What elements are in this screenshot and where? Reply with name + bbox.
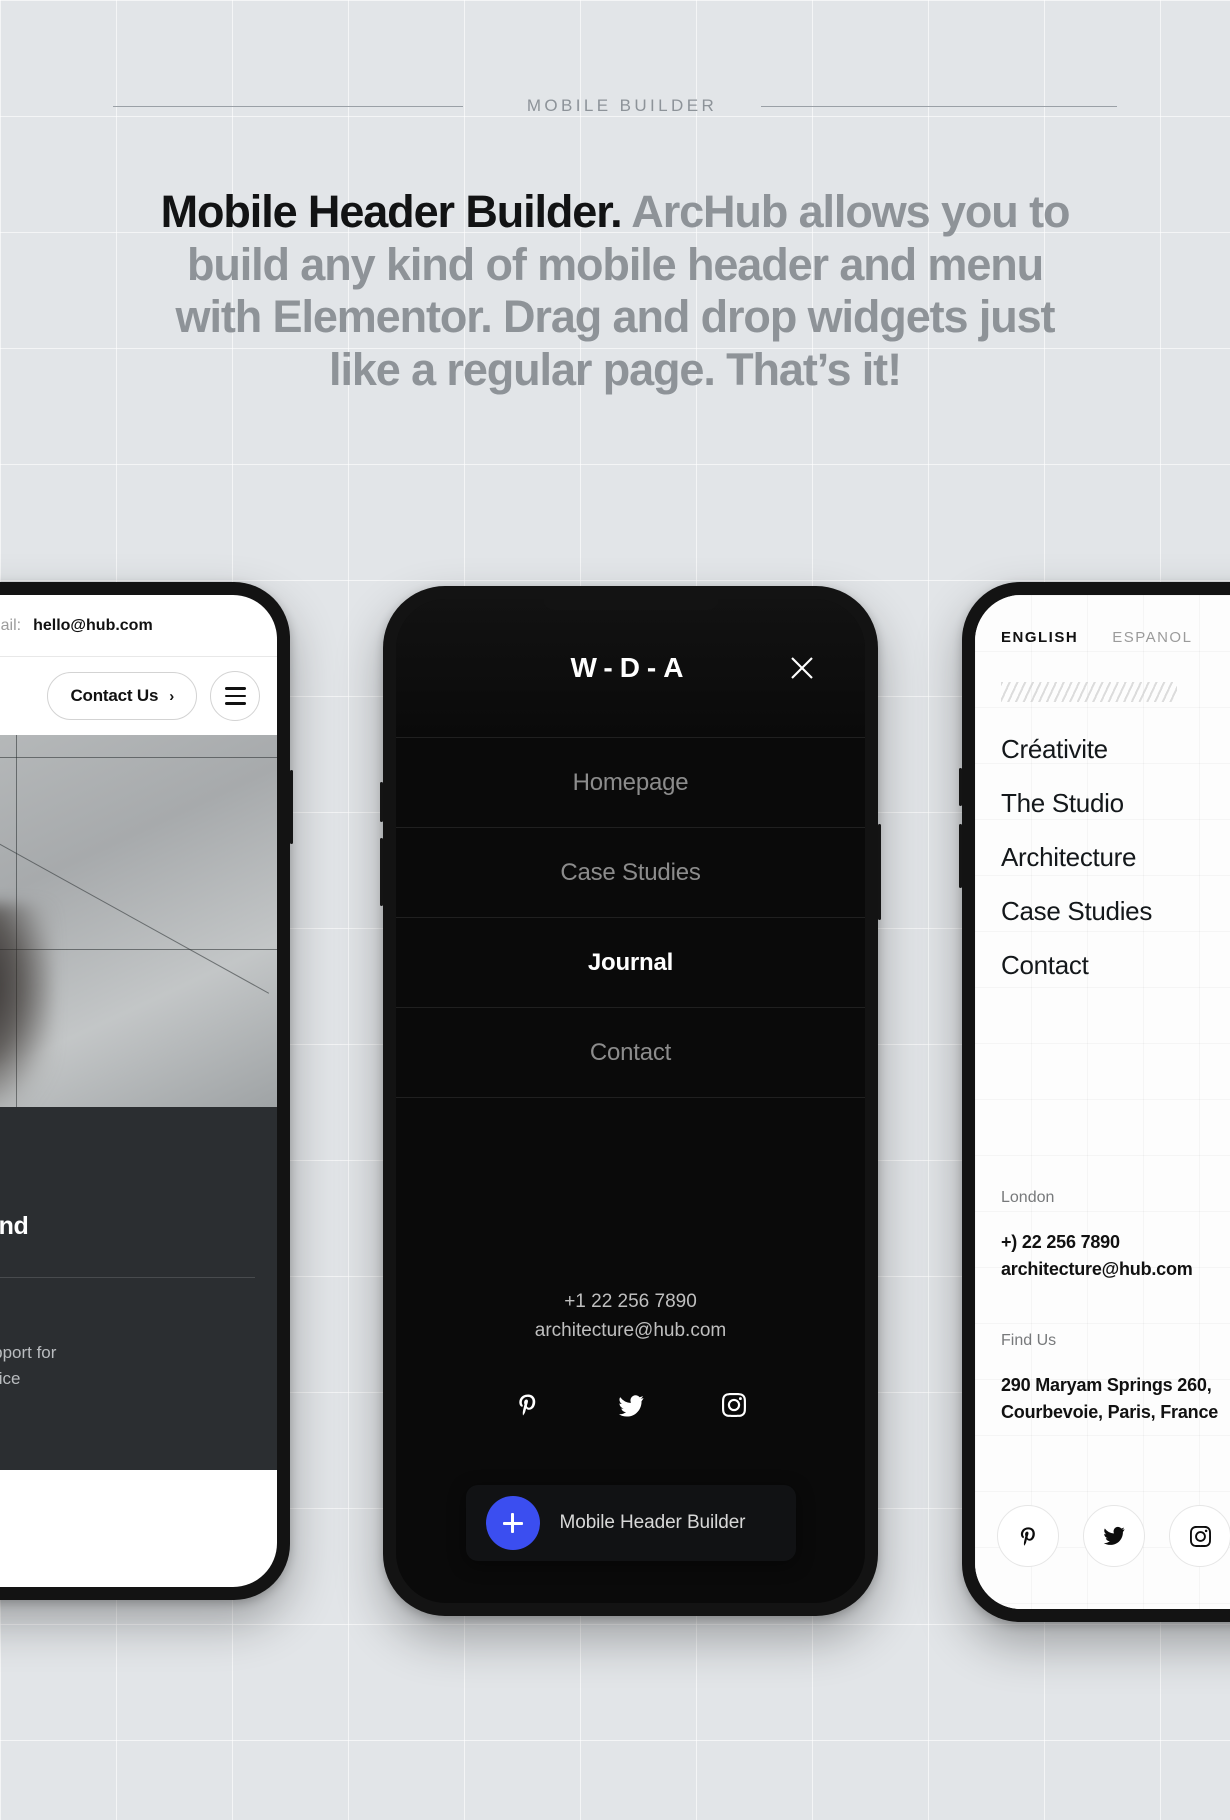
center-header: W-D-A [396, 599, 865, 737]
center-contact-info: +1 22 256 7890 architecture@hub.com [396, 1288, 865, 1345]
hamburger-bar [224, 702, 246, 705]
left-hero-image: yo City eum [0, 735, 277, 1107]
headline-lead: Mobile Header Builder. [160, 186, 623, 237]
menu-item-case-studies[interactable]: Case Studies [1001, 896, 1230, 927]
menu-item-architecture[interactable]: Architecture [1001, 842, 1230, 873]
close-icon[interactable] [787, 653, 817, 683]
volume-down-button[interactable] [380, 838, 383, 906]
hamburger-bar [224, 694, 246, 698]
left-navbar: Contact Us › [0, 657, 277, 735]
left-body-panel: development and support for m of being a… [0, 1320, 277, 1470]
right-phone-content: ENGLISH ESPANOL Créativite The Studio Ar… [975, 595, 1230, 1609]
eyebrow-rule-left [112, 105, 463, 107]
left-phone-screen: 295 Mail: hello@hub.com Contact Us › [0, 595, 277, 1587]
left-panel-divider [0, 1277, 255, 1278]
eyebrow-section: MOBILE BUILDER [0, 96, 1230, 116]
center-menu: Homepage Case Studies Journal Contact [396, 737, 865, 1098]
body-line1: development and support for [0, 1343, 57, 1362]
left-mail-value: hello@hub.com [33, 616, 153, 634]
menu-item-contact[interactable]: Contact [396, 1008, 865, 1098]
chevron-right-icon: › [169, 687, 174, 705]
volume-up-button[interactable] [380, 782, 383, 822]
pinterest-icon[interactable] [997, 1505, 1059, 1567]
hatch-pattern-icon [1001, 682, 1177, 702]
contact-us-label: Contact Us [70, 686, 159, 705]
menu-item-case-studies[interactable]: Case Studies [396, 828, 865, 918]
page-title: Mobile Header Builder. ArcHub allows you… [155, 186, 1075, 397]
city-label: London [1001, 1189, 1055, 1206]
volume-up-button[interactable] [959, 768, 962, 806]
twitter-icon[interactable] [618, 1393, 644, 1419]
menu-item-homepage[interactable]: Homepage [396, 738, 865, 828]
menu-item-contact[interactable]: Contact [1001, 950, 1230, 981]
instagram-icon[interactable] [1169, 1505, 1230, 1567]
hero-grid-line [0, 757, 277, 758]
phone-notch [542, 599, 719, 610]
eyebrow-rule-right [761, 105, 1118, 107]
left-mail-group[interactable]: Mail: hello@hub.com [0, 616, 153, 635]
center-phone-screen: W-D-A Homepage Case Studies Journal Cont… [396, 599, 865, 1603]
phone-mockup-left: 295 Mail: hello@hub.com Contact Us › [0, 582, 293, 1600]
volume-down-button[interactable] [959, 824, 962, 888]
phone-mockup-right: ENGLISH ESPANOL Créativite The Studio Ar… [959, 582, 1230, 1622]
right-phone-number[interactable]: +) 22 256 7890 [1001, 1229, 1218, 1256]
right-social-links [997, 1505, 1230, 1567]
contact-us-button[interactable]: Contact Us › [47, 672, 197, 720]
power-button[interactable] [878, 824, 881, 920]
dark-heading-line3: construction and [0, 1212, 29, 1240]
body-line2: m of being a first-choice [0, 1368, 21, 1388]
instagram-icon[interactable] [721, 1393, 746, 1419]
language-switcher: ENGLISH ESPANOL [1001, 629, 1230, 646]
right-menu: Créativite The Studio Architecture Case … [1001, 734, 1230, 981]
left-topbar: 295 Mail: hello@hub.com [0, 595, 277, 657]
brand-logo: W-D-A [570, 652, 691, 683]
right-phone-screen: ENGLISH ESPANOL Créativite The Studio Ar… [975, 595, 1230, 1609]
menu-item-the-studio[interactable]: The Studio [1001, 788, 1230, 819]
left-dark-heading: es through a bination of construction an… [0, 1141, 255, 1243]
left-dark-panel: es through a bination of construction an… [0, 1107, 277, 1320]
center-phone-number[interactable]: +1 22 256 7890 [396, 1288, 865, 1317]
lang-espanol[interactable]: ESPANOL [1112, 629, 1192, 646]
pinterest-icon[interactable] [516, 1393, 540, 1419]
right-email[interactable]: architecture@hub.com [1001, 1256, 1218, 1283]
menu-item-journal[interactable]: Journal [396, 918, 865, 1008]
mobile-header-builder-cta[interactable]: Mobile Header Builder [465, 1485, 796, 1561]
address-line-1: 290 Maryam Springs 260, [1001, 1375, 1212, 1396]
hamburger-icon[interactable] [210, 671, 260, 721]
menu-item-creativite[interactable]: Créativite [1001, 734, 1230, 765]
hamburger-bar [224, 687, 246, 690]
left-body-text: development and support for m of being a… [0, 1340, 259, 1417]
eyebrow-label: MOBILE BUILDER [526, 96, 718, 115]
hero-figure [0, 903, 54, 1107]
lang-english[interactable]: ENGLISH [1001, 629, 1078, 646]
address-line-2: Courbevoie, Paris, France [1001, 1401, 1219, 1422]
center-social-links [396, 1393, 865, 1419]
plus-icon [485, 1496, 540, 1550]
twitter-icon[interactable] [1083, 1505, 1145, 1567]
find-us-label: Find Us [1001, 1332, 1057, 1350]
cta-label: Mobile Header Builder [559, 1512, 746, 1533]
phone-mockup-center: W-D-A Homepage Case Studies Journal Cont… [380, 586, 881, 1616]
power-button[interactable] [290, 770, 293, 844]
left-mail-label: Mail: [0, 616, 22, 634]
center-email[interactable]: architecture@hub.com [396, 1317, 865, 1346]
right-contact-block: London +) 22 256 7890 architecture@hub.c… [1001, 1189, 1218, 1426]
